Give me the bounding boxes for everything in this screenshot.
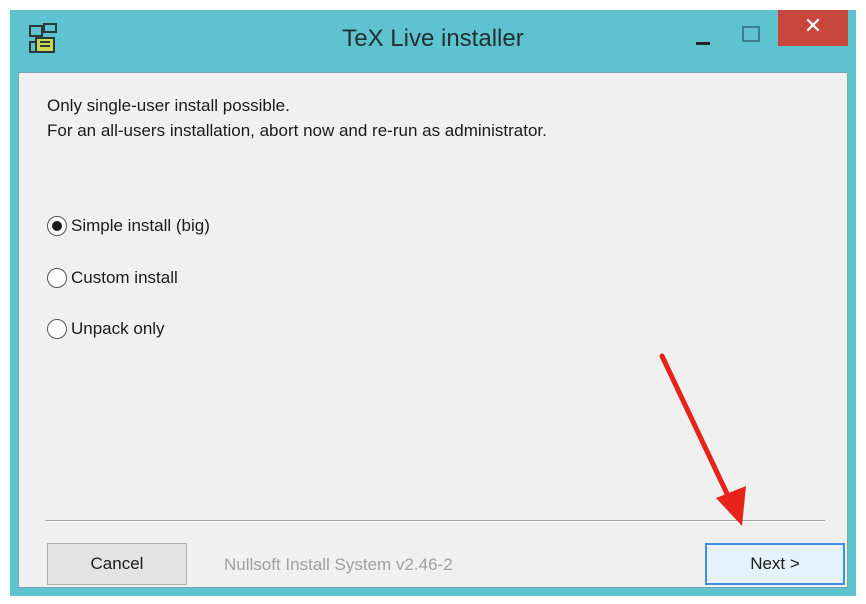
info-message: Only single-user install possible. For a…	[47, 93, 547, 143]
minimize-icon	[696, 42, 710, 45]
option-label: Simple install (big)	[71, 216, 210, 235]
radio-button[interactable]	[47, 319, 67, 339]
dialog-body: Only single-user install possible. For a…	[18, 72, 848, 588]
title-bar[interactable]: TeX Live installer ✕	[10, 10, 856, 74]
option-label: Custom install	[71, 268, 178, 287]
radio-button[interactable]	[47, 268, 67, 288]
close-icon: ✕	[803, 14, 823, 39]
option-custom-install[interactable]: Custom install	[47, 268, 178, 288]
installer-window: TeX Live installer ✕ Only single-user in…	[10, 10, 856, 596]
maximize-icon	[742, 26, 760, 42]
info-line-1: Only single-user install possible.	[47, 96, 290, 115]
next-button[interactable]: Next >	[705, 543, 845, 585]
info-line-2: For an all-users installation, abort now…	[47, 121, 547, 140]
minimize-button[interactable]	[682, 26, 726, 54]
option-simple-install[interactable]: Simple install (big)	[47, 216, 210, 236]
option-unpack-only[interactable]: Unpack only	[47, 319, 165, 339]
cancel-button[interactable]: Cancel	[47, 543, 187, 585]
installer-system-label: Nullsoft Install System v2.46-2	[224, 555, 453, 574]
close-button[interactable]: ✕	[778, 10, 848, 46]
maximize-button[interactable]	[732, 20, 772, 50]
option-label: Unpack only	[71, 319, 165, 338]
window-title: TeX Live installer	[342, 25, 524, 52]
footer-divider	[45, 520, 825, 522]
radio-button[interactable]	[47, 216, 67, 236]
